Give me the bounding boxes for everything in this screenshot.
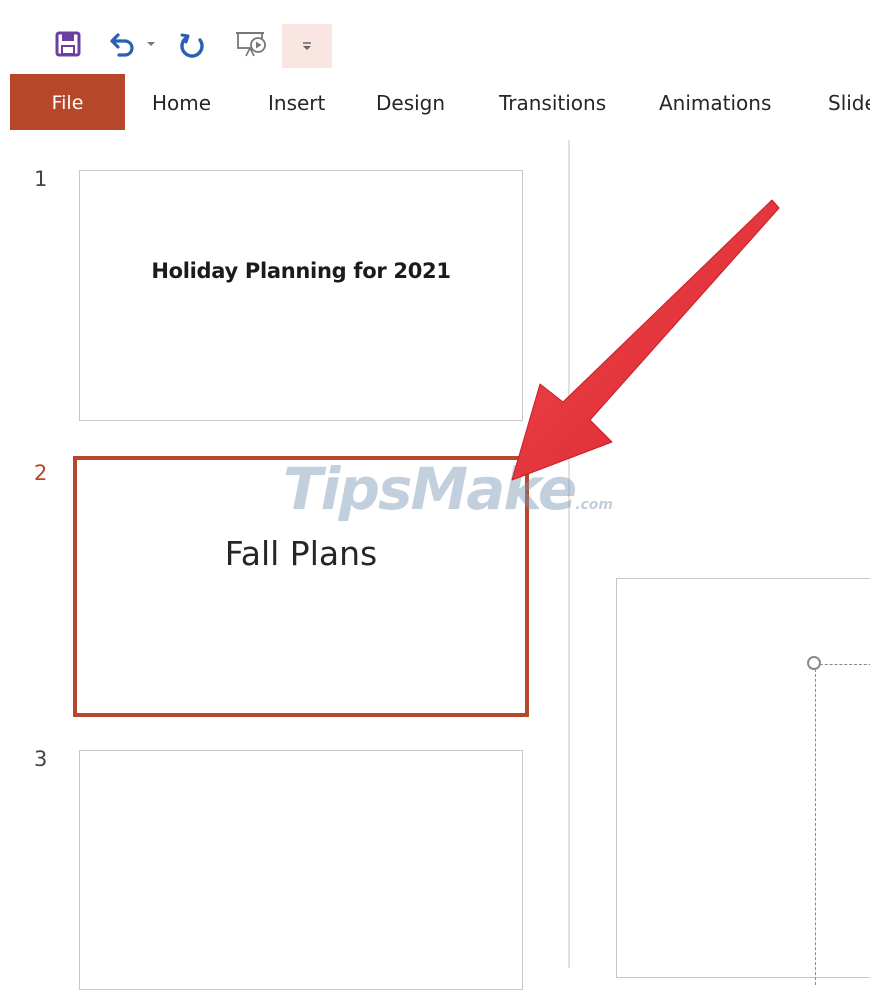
resize-handle[interactable] — [807, 656, 821, 670]
slide-1-title: Holiday Planning for 2021 — [151, 259, 451, 283]
tab-insert[interactable]: Insert — [268, 74, 325, 130]
slide-number-1: 1 — [34, 167, 48, 191]
tab-home[interactable]: Home — [152, 74, 211, 130]
chevron-down-icon — [147, 42, 155, 46]
tab-slide-show[interactable]: Slide — [828, 74, 870, 130]
slide-number-3: 3 — [34, 747, 48, 771]
quick-access-toolbar — [0, 0, 870, 74]
undo-dropdown-button[interactable] — [142, 24, 160, 64]
redo-icon — [180, 33, 204, 58]
customize-toolbar-button[interactable] — [282, 24, 332, 68]
tab-animations[interactable]: Animations — [659, 74, 771, 130]
slideshow-from-beginning-icon — [236, 32, 266, 57]
redo-button[interactable] — [174, 24, 210, 64]
text-placeholder[interactable] — [815, 664, 870, 985]
tab-file[interactable]: File — [10, 74, 125, 130]
slide-2-title: Fall Plans — [224, 534, 378, 573]
slide-thumbnail-2[interactable]: Fall Plans — [73, 456, 529, 717]
slide-thumbnail-3[interactable] — [79, 750, 523, 990]
save-button[interactable] — [48, 24, 88, 64]
slide-number-2: 2 — [34, 461, 48, 485]
save-icon — [55, 31, 81, 57]
tab-transitions[interactable]: Transitions — [499, 74, 606, 130]
customize-toolbar-icon — [303, 42, 311, 50]
slide-thumbnail-1[interactable]: Holiday Planning for 2021 — [79, 170, 523, 421]
undo-button[interactable] — [104, 24, 140, 64]
slideshow-from-beginning-button[interactable] — [230, 24, 274, 64]
undo-icon — [110, 33, 134, 57]
ribbon-tabs: File Home Insert Design Transitions Anim… — [0, 74, 870, 130]
tab-design[interactable]: Design — [376, 74, 445, 130]
